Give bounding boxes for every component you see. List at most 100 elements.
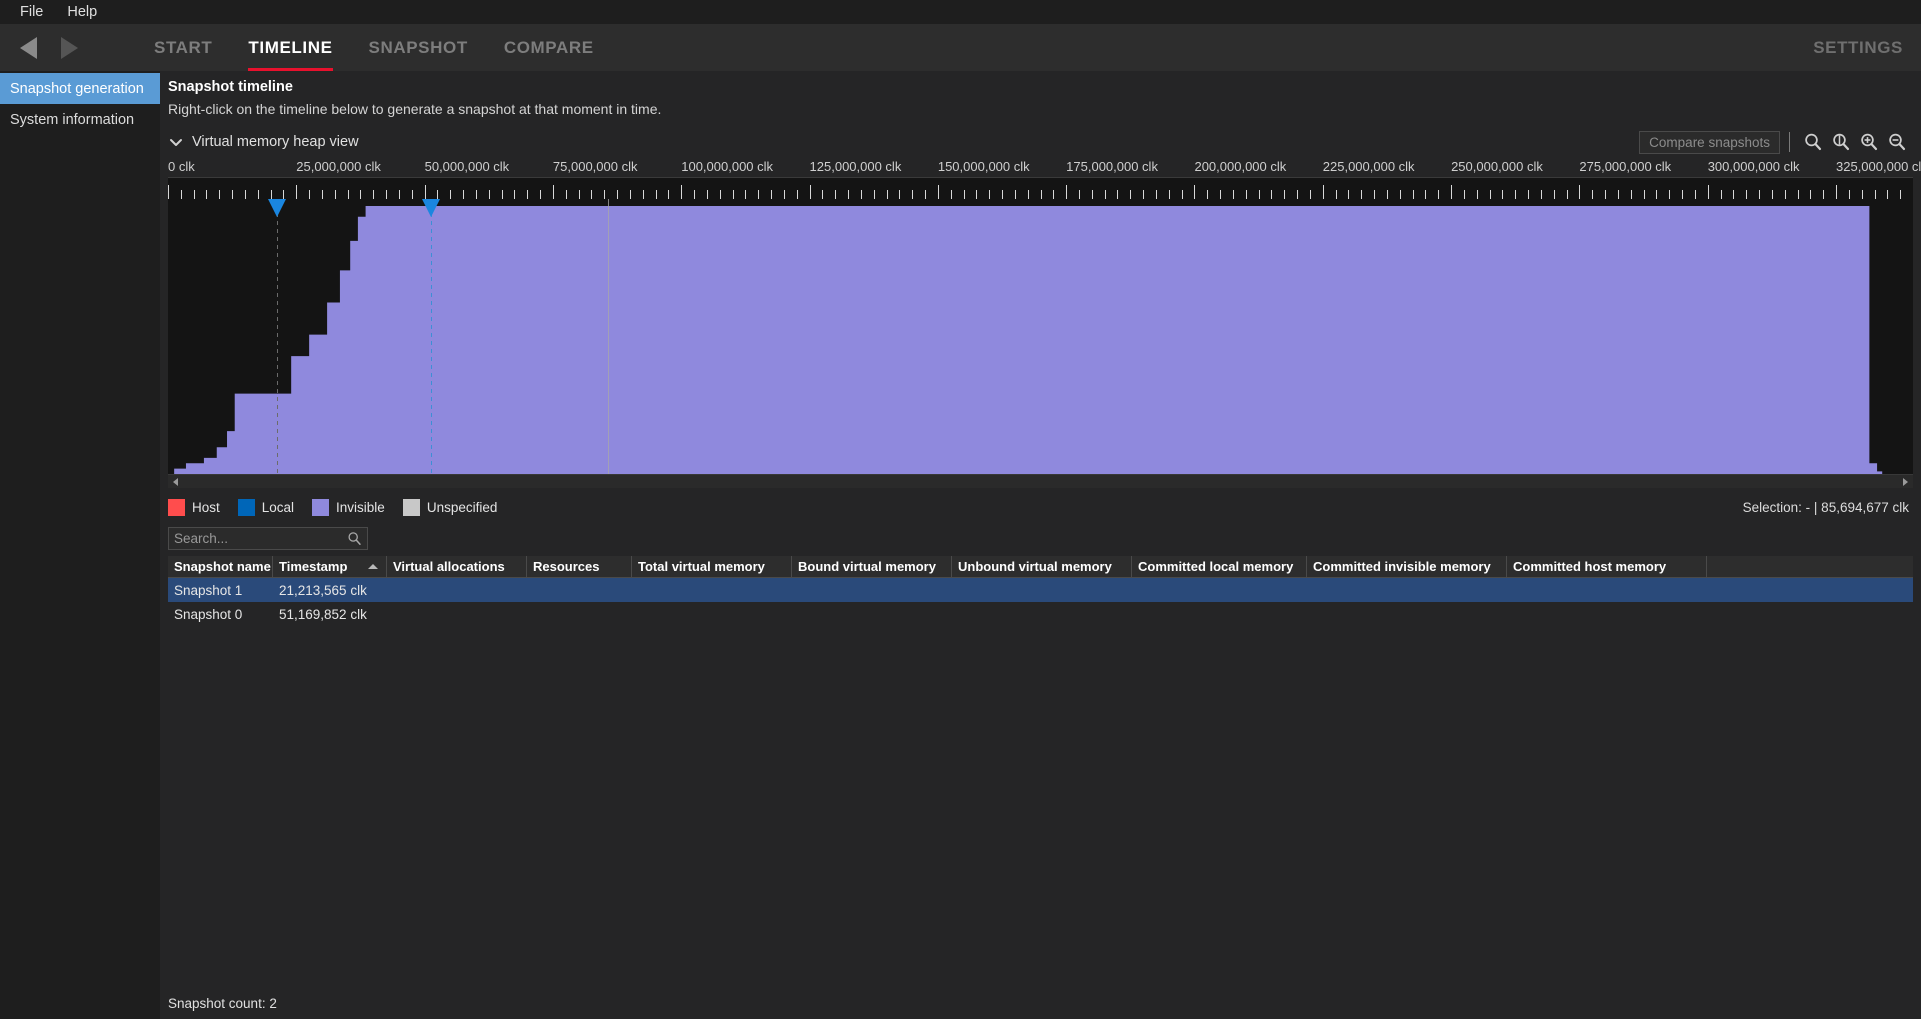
zoom-selection-icon[interactable]: [1827, 129, 1855, 155]
tab-snapshot[interactable]: SNAPSHOT: [351, 24, 486, 71]
axis-tick: [771, 190, 773, 199]
triangle-left-icon[interactable]: [20, 36, 37, 59]
axis-tick: [835, 190, 837, 199]
axis-tick: [1220, 190, 1222, 199]
axis-tick: [463, 190, 465, 199]
table-column-header[interactable]: Committed host memory: [1507, 556, 1707, 577]
axis-tick-label: 325,000,000 clk: [1836, 159, 1921, 174]
timeline-ruler[interactable]: [168, 177, 1913, 199]
axis-tick: [168, 185, 169, 199]
timeline-cursor-line: [607, 199, 609, 474]
axis-tick: [694, 190, 696, 199]
legend-item-unspecified: Unspecified: [402, 498, 497, 516]
tab-compare[interactable]: COMPARE: [486, 24, 612, 71]
scroll-right-arrow-icon[interactable]: [1897, 475, 1913, 489]
table-row[interactable]: Snapshot 1 21,213,565 clk: [168, 578, 1913, 602]
axis-tick: [1399, 190, 1401, 199]
tab-timeline[interactable]: TIMELINE: [230, 24, 350, 71]
snapshot-marker[interactable]: [421, 199, 440, 474]
axis-tick: [848, 190, 850, 199]
snapshot-marker-triangle-icon[interactable]: [267, 199, 286, 217]
snapshot-count-status: Snapshot count: 2: [168, 996, 277, 1011]
axis-tick: [1656, 190, 1658, 199]
axis-tick: [758, 190, 760, 199]
axis-tick: [232, 190, 234, 199]
table-column-header[interactable]: Total virtual memory: [632, 556, 792, 577]
axis-tick: [270, 190, 272, 199]
search-input[interactable]: [168, 527, 368, 550]
scroll-left-arrow-icon[interactable]: [168, 475, 184, 489]
table-column-header[interactable]: Snapshot name: [168, 556, 273, 577]
menu-item-help[interactable]: Help: [55, 2, 109, 22]
tab-settings[interactable]: SETTINGS: [1813, 38, 1903, 58]
page-subtitle: Right-click on the timeline below to gen…: [168, 101, 662, 117]
table-column-header[interactable]: Timestamp: [273, 556, 387, 577]
table-column-header[interactable]: Bound virtual memory: [792, 556, 952, 577]
zoom-fit-icon[interactable]: [1799, 129, 1827, 155]
zoom-out-icon[interactable]: [1883, 129, 1911, 155]
axis-tick: [1117, 190, 1119, 199]
table-cell: 51,169,852 clk: [279, 606, 367, 622]
axis-tick-label: 275,000,000 clk: [1579, 159, 1672, 174]
table-column-header-label: Unbound virtual memory: [958, 559, 1112, 574]
axis-tick: [437, 190, 439, 199]
axis-tick: [617, 190, 619, 199]
table-header-row: Snapshot name Timestamp Virtual allocation…: [168, 556, 1913, 578]
axis-tick: [334, 190, 336, 199]
search-box: [168, 527, 368, 550]
axis-tick: [1335, 190, 1337, 199]
page-title: Snapshot timeline: [168, 79, 293, 95]
axis-tick: [1733, 190, 1735, 199]
axis-tick: [745, 190, 747, 199]
menu-bar: File Help: [0, 0, 1921, 24]
snapshot-marker-triangle-icon[interactable]: [421, 199, 440, 217]
table-column-header[interactable]: Committed local memory: [1132, 556, 1307, 577]
sidebar-item-snapshot-generation[interactable]: Snapshot generation: [0, 73, 160, 104]
legend-item-local: Local: [237, 498, 295, 516]
tab-start[interactable]: START: [136, 24, 230, 71]
timeline-widget[interactable]: 0 clk 25,000,000 clk 50,000,000 clk 75,000,…: [168, 159, 1921, 488]
snapshot-marker-line: [276, 213, 278, 474]
triangle-right-icon[interactable]: [61, 36, 78, 59]
axis-tick: [1682, 190, 1684, 199]
axis-tick: [373, 190, 375, 199]
axis-tick: [488, 190, 490, 199]
table-row[interactable]: Snapshot 0 51,169,852 clk: [168, 602, 1913, 626]
axis-tick: [1874, 190, 1876, 199]
body-container: Snapshot generation System information S…: [0, 71, 1921, 1019]
axis-tick-label: 150,000,000 clk: [937, 159, 1030, 174]
sidebar-item-system-information[interactable]: System information: [0, 104, 160, 135]
table-column-header[interactable]: Unbound virtual memory: [952, 556, 1132, 577]
table-column-header-label: Timestamp: [279, 559, 348, 574]
axis-tick: [706, 190, 708, 199]
timeline-plot[interactable]: [168, 199, 1913, 474]
table-column-header[interactable]: Resources: [527, 556, 632, 577]
table-column-header-label: Snapshot name: [174, 559, 271, 574]
axis-tick-label: 200,000,000 clk: [1194, 159, 1287, 174]
chevron-down-icon[interactable]: [168, 134, 184, 150]
axis-tick: [719, 190, 721, 199]
axis-tick: [1463, 190, 1465, 199]
axis-tick: [1284, 190, 1286, 199]
compare-snapshots-button[interactable]: Compare snapshots: [1639, 130, 1780, 154]
axis-tick: [180, 190, 182, 199]
table-column-header-label: Committed local memory: [1138, 559, 1294, 574]
axis-tick: [1412, 190, 1414, 199]
snapshot-marker[interactable]: [267, 199, 286, 474]
axis-tick: [809, 185, 811, 199]
axis-tick: [1438, 190, 1440, 199]
table-column-header[interactable]: Virtual allocations: [387, 556, 527, 577]
zoom-in-icon[interactable]: [1855, 129, 1883, 155]
axis-tick: [257, 190, 259, 199]
axis-tick: [925, 190, 927, 199]
menu-item-file[interactable]: File: [8, 2, 55, 22]
axis-tick: [1643, 190, 1645, 199]
axis-tick: [937, 185, 939, 199]
axis-tick: [1053, 190, 1055, 199]
timeline-horizontal-scrollbar[interactable]: [168, 474, 1913, 488]
axis-tick: [1707, 185, 1709, 199]
sidebar: Snapshot generation System information: [0, 71, 160, 1019]
legend-label-local: Local: [261, 499, 295, 515]
axis-tick: [386, 190, 388, 199]
table-column-header[interactable]: Committed invisible memory: [1307, 556, 1507, 577]
